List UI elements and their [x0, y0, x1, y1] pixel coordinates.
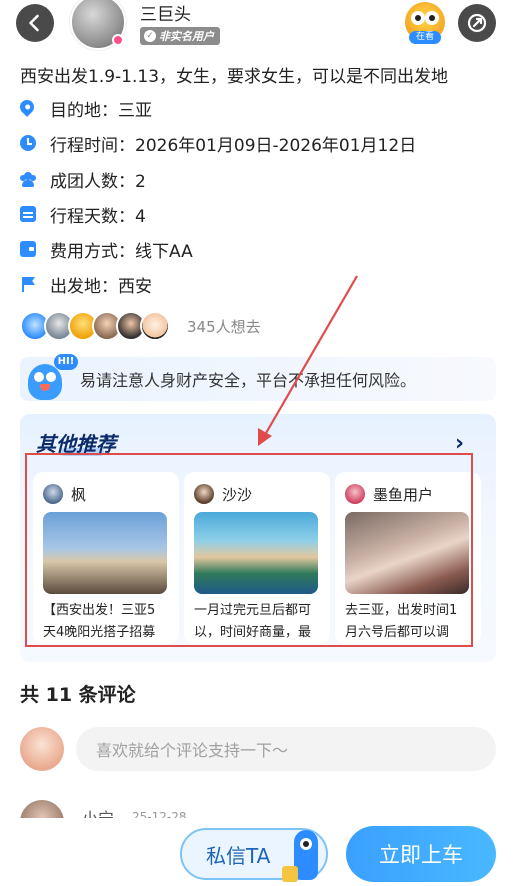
- join-now-button[interactable]: 立即上车: [346, 826, 496, 882]
- private-message-label: 私信TA: [206, 843, 271, 868]
- my-avatar: [20, 727, 64, 771]
- mascot-icon: [280, 826, 332, 886]
- comment-input[interactable]: 喜欢就给个评论支持一下～: [76, 727, 496, 771]
- comment-input-placeholder: 喜欢就给个评论支持一下～: [96, 741, 289, 760]
- lock-icon: [282, 866, 298, 882]
- comments-title: 共 11 条评论: [20, 684, 136, 706]
- join-now-label: 立即上车: [379, 843, 463, 867]
